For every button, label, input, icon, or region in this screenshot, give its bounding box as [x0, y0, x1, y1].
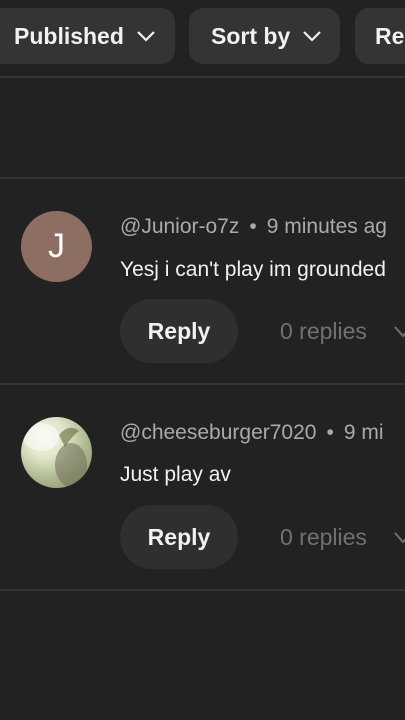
separator-dot: • — [326, 421, 334, 444]
reply-button-label: Reply — [147, 317, 211, 344]
reply-button-label: Reply — [147, 523, 211, 550]
replies-toggle[interactable]: 0 replies — [280, 524, 367, 551]
avatar[interactable] — [21, 417, 92, 488]
avatar[interactable]: J — [21, 211, 92, 282]
comment-text: Just play av — [120, 463, 231, 486]
comment-meta: @Junior-o7z • 9 minutes ag — [120, 215, 387, 239]
comment-meta: @cheeseburger7020 • 9 mi — [120, 421, 384, 445]
comment-text: Yesj i can't play im grounded — [120, 258, 386, 281]
filter-chips-bar: Published Sort by Re — [0, 0, 405, 75]
divider — [0, 589, 405, 591]
comment-author[interactable]: @cheeseburger7020 — [120, 421, 316, 444]
third-filter-label: Re — [375, 22, 405, 49]
chevron-down-icon — [137, 31, 155, 42]
published-filter-chip[interactable]: Published — [0, 8, 175, 64]
divider — [0, 76, 405, 78]
avatar-photo-icon — [23, 423, 87, 487]
replies-toggle[interactable]: 0 replies — [280, 318, 367, 345]
comment-author[interactable]: @Junior-o7z — [120, 215, 239, 238]
third-filter-chip[interactable]: Re — [355, 8, 405, 64]
comments-panel: Published Sort by Re J @Junior-o7z • 9 min… — [0, 0, 405, 720]
reply-button[interactable]: Reply — [120, 299, 238, 363]
chevron-down-icon — [303, 31, 322, 42]
comment-time[interactable]: 9 mi — [344, 421, 384, 444]
sort-by-chip[interactable]: Sort by — [189, 8, 340, 64]
published-filter-label: Published — [14, 22, 124, 49]
reply-button[interactable]: Reply — [120, 505, 238, 569]
chevron-down-icon[interactable] — [393, 531, 405, 545]
avatar-letter: J — [48, 227, 65, 265]
chevron-down-icon[interactable] — [393, 325, 405, 339]
separator-dot: • — [249, 215, 257, 238]
comment-item: J @Junior-o7z • 9 minutes ag Yesj i can't … — [0, 179, 405, 384]
comment-item: @cheeseburger7020 • 9 mi Just play av Repl… — [0, 385, 405, 590]
comment-time[interactable]: 9 minutes ag — [267, 215, 387, 238]
sort-by-label: Sort by — [211, 22, 291, 49]
